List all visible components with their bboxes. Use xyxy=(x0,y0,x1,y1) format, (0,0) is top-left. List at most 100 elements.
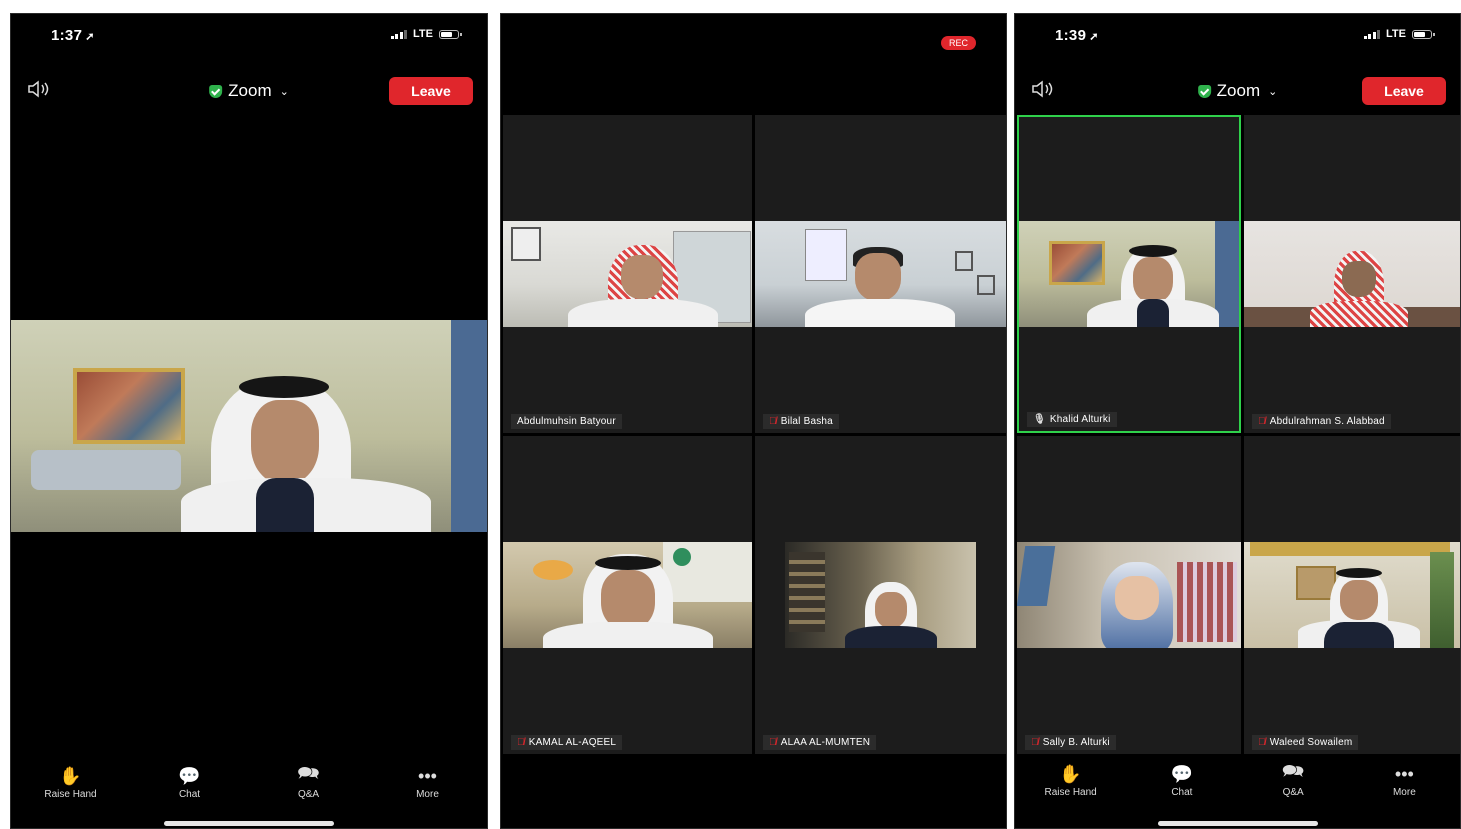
participant-video xyxy=(755,221,1006,327)
meeting-topbar: Zoom ⌄ Leave xyxy=(11,72,487,110)
participant-tile[interactable]: 🎙̸ Sally B. Alturki xyxy=(1017,436,1241,754)
participant-name: ALAA AL-MUMTEN xyxy=(780,737,871,748)
participant-tile[interactable]: 🎙̸ Waleed Sowailem xyxy=(1244,436,1460,754)
location-arrow-icon: ➚ xyxy=(1089,31,1099,43)
participant-tile[interactable]: 🎙̸ Abdulrahman S. Alabbad xyxy=(1244,115,1460,433)
more-button[interactable]: ••• More xyxy=(1364,756,1444,816)
participant-name: Khalid Alturki xyxy=(1049,414,1111,425)
bookshelf xyxy=(789,552,825,632)
participant-tile-active[interactable]: 🎙 Khalid Alturki xyxy=(1017,115,1241,433)
chat-icon: 💬 xyxy=(178,765,201,786)
participant-tile[interactable]: Abdulmuhsin Batyour xyxy=(503,115,752,433)
participant-namecard: Abdulmuhsin Batyour xyxy=(511,414,622,429)
chevron-down-icon: ⌄ xyxy=(1268,85,1278,98)
participant-figure xyxy=(835,582,945,648)
wall-art xyxy=(1017,546,1056,606)
qa-button[interactable]: 🗪 Q&A xyxy=(269,758,349,818)
signal-bars-icon xyxy=(1363,29,1381,39)
video-scene xyxy=(755,221,1006,327)
participant-figure xyxy=(1077,562,1197,648)
mic-muted-icon: 🎙̸ xyxy=(517,737,525,748)
speaker-icon[interactable] xyxy=(1031,80,1059,98)
participant-namecard: 🎙̸ ALAA AL-MUMTEN xyxy=(763,735,877,750)
participant-figure xyxy=(1304,251,1414,327)
raise-hand-button[interactable]: ✋ Raise Hand xyxy=(1031,756,1111,816)
raise-hand-label: Raise Hand xyxy=(44,789,97,800)
video-scene xyxy=(1244,542,1460,648)
participant-name: KAMAL AL-AQEEL xyxy=(528,737,617,748)
rec-badge: REC xyxy=(940,36,976,50)
mic-muted-icon: 🎙̸ xyxy=(1258,737,1266,748)
signal-bars-icon xyxy=(390,29,408,39)
video-scene xyxy=(1017,542,1241,648)
video-scene xyxy=(1019,221,1239,327)
mic-muted-icon: 🎙̸ xyxy=(1258,416,1266,427)
meeting-topbar: Zoom ⌄ Leave xyxy=(1015,72,1460,110)
participant-name: Abdulrahman S. Alabbad xyxy=(1269,416,1385,427)
chat-button[interactable]: 💬 Chat xyxy=(150,758,230,818)
participant-figure xyxy=(563,241,723,327)
raise-hand-icon: ✋ xyxy=(59,765,82,786)
participant-tile[interactable]: 🎙̸ Bilal Basha xyxy=(755,115,1006,433)
chat-label: Chat xyxy=(1171,787,1193,798)
leave-button[interactable]: Leave xyxy=(389,77,473,105)
network-label: LTE xyxy=(1386,28,1406,40)
location-arrow-icon: ➚ xyxy=(85,31,95,43)
mic-on-icon: 🎙 xyxy=(1033,414,1046,425)
more-button[interactable]: ••• More xyxy=(388,758,468,818)
participant-figure xyxy=(1079,241,1229,327)
shield-icon xyxy=(209,84,223,98)
chat-icon: 💬 xyxy=(1170,763,1194,784)
video-scene xyxy=(503,542,752,648)
chat-button[interactable]: 💬 Chat xyxy=(1142,756,1222,816)
participant-figure xyxy=(151,368,451,532)
network-label: LTE xyxy=(413,28,433,40)
participant-name: Waleed Sowailem xyxy=(1269,737,1353,748)
raise-hand-icon: ✋ xyxy=(1059,763,1082,784)
phone-screen-1: 1:37 ➚ LTE Zoom ⌄ Leave ✋ Raise Hand 💬 C… xyxy=(10,13,488,829)
participant-figure xyxy=(1294,568,1424,648)
meeting-title[interactable]: Zoom ⌄ xyxy=(209,81,289,101)
more-icon: ••• xyxy=(418,765,437,786)
qa-button[interactable]: 🗪 Q&A xyxy=(1253,756,1333,816)
plant xyxy=(1430,552,1454,648)
video-scene xyxy=(785,542,976,648)
participant-name: Bilal Basha xyxy=(780,416,833,427)
battery-icon xyxy=(1412,29,1435,39)
time-text: 1:37 xyxy=(51,27,83,44)
leave-button[interactable]: Leave xyxy=(1362,77,1446,105)
chevron-down-icon: ⌄ xyxy=(279,85,289,98)
mic-muted-icon: 🎙̸ xyxy=(769,737,777,748)
more-icon: ••• xyxy=(1394,763,1414,784)
qa-icon: 🗪 xyxy=(1281,761,1305,781)
participant-video xyxy=(503,542,752,648)
participant-video xyxy=(785,542,976,648)
participant-tile[interactable]: 🎙̸ ALAA AL-MUMTEN xyxy=(755,436,1006,754)
signal-group: LTE xyxy=(1363,28,1435,40)
home-indicator[interactable] xyxy=(164,821,334,826)
wall-frame xyxy=(511,227,541,261)
speaker-video xyxy=(11,320,487,532)
participant-namecard: 🎙 Khalid Alturki xyxy=(1027,412,1117,427)
participant-namecard: 🎙̸ Bilal Basha xyxy=(763,414,839,429)
qa-icon: 🗪 xyxy=(297,763,320,783)
status-bar: 1:39 ➚ LTE xyxy=(1015,14,1460,58)
raise-hand-button[interactable]: ✋ Raise Hand xyxy=(31,758,111,818)
home-indicator[interactable] xyxy=(1157,821,1318,826)
meeting-title-label: Zoom xyxy=(1216,81,1261,100)
participant-namecard: 🎙̸ Sally B. Alturki xyxy=(1025,735,1116,750)
time-text: 1:39 xyxy=(1055,27,1087,44)
participant-video xyxy=(1019,221,1239,327)
participant-video xyxy=(1244,221,1460,327)
participant-namecard: 🎙̸ KAMAL AL-AQEEL xyxy=(511,735,623,750)
raise-hand-label: Raise Hand xyxy=(1044,787,1097,798)
speaker-icon[interactable] xyxy=(27,80,55,98)
video-scene xyxy=(503,221,752,327)
meeting-toolbar: ✋ Raise Hand 💬 Chat 🗪 Q&A ••• More xyxy=(1015,756,1460,816)
meeting-title[interactable]: Zoom ⌄ xyxy=(1197,81,1278,101)
battery-icon xyxy=(439,29,462,39)
participant-tile[interactable]: 🎙̸ KAMAL AL-AQEEL xyxy=(503,436,752,754)
wall-frame xyxy=(977,275,995,295)
participant-video xyxy=(503,221,752,327)
mic-muted-icon: 🎙̸ xyxy=(769,416,777,427)
